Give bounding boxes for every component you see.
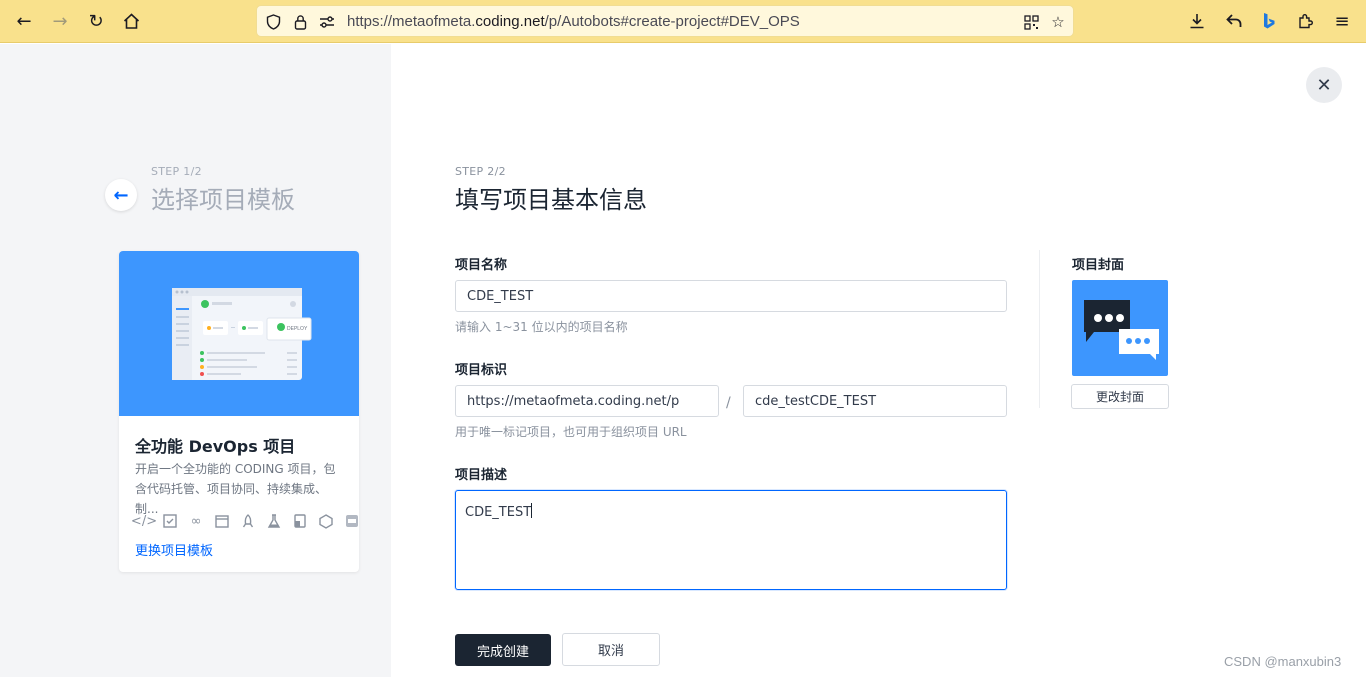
arrow-left-icon: ← <box>113 184 129 206</box>
project-name-hint: 请输入 1~31 位以内的项目名称 <box>455 320 628 334</box>
tasks-icon <box>161 513 179 529</box>
deploy-icon <box>239 513 257 529</box>
url-separator: / <box>726 395 731 411</box>
chat-bubbles-icon <box>1084 300 1159 360</box>
test-icon <box>265 513 283 529</box>
project-name-label: 项目名称 <box>455 258 508 273</box>
watermark: CSDN @manxubin3 <box>1224 654 1342 669</box>
api-icon <box>343 513 359 529</box>
menu-icon[interactable]: ≡ <box>1328 7 1356 35</box>
text-caret <box>531 503 533 518</box>
change-cover-button[interactable]: 更改封面 <box>1071 384 1169 409</box>
home-icon[interactable] <box>117 7 145 35</box>
url-text: https://metaofmeta.coding.net/p/Autobots… <box>347 13 800 30</box>
template-title: 全功能 DevOps 项目 <box>135 437 296 456</box>
project-identifier-input[interactable]: cde_testCDE_TEST <box>743 385 1007 417</box>
close-button[interactable]: ✕ <box>1306 67 1342 103</box>
project-name-input[interactable]: CDE_TEST <box>455 280 1007 312</box>
project-description-textarea[interactable]: CDE_TEST <box>455 490 1007 590</box>
shield-icon[interactable] <box>263 12 283 32</box>
extensions-icon[interactable] <box>1292 7 1320 35</box>
address-bar[interactable]: https://metaofmeta.coding.net/p/Autobots… <box>256 5 1074 37</box>
permissions-icon[interactable] <box>317 12 337 32</box>
project-description-label: 项目描述 <box>455 468 508 483</box>
deploy-preview-label: DEPLOY <box>287 326 308 332</box>
ci-icon: ∞ <box>190 513 202 529</box>
package-icon <box>317 513 335 529</box>
project-cover-label: 项目封面 <box>1072 258 1125 273</box>
step1-title: 选择项目模板 <box>151 186 295 214</box>
forward-arrow-icon[interactable]: → <box>46 7 74 35</box>
template-cover-illustration: DEPLOY <box>119 251 359 416</box>
cover-divider <box>1039 250 1040 408</box>
code-icon: </> <box>130 513 158 529</box>
template-feature-icons: </> ∞ <box>130 513 359 529</box>
step2-label: STEP 2/2 <box>455 165 506 178</box>
qr-code-icon[interactable] <box>1021 12 1041 32</box>
back-arrow-icon[interactable]: ← <box>10 7 38 35</box>
template-card: DEPLOY 全功能 DevOps 项目 开启一个全功能的 CODING 项目，… <box>119 251 359 572</box>
artifact-icon <box>213 513 231 529</box>
create-project-button[interactable]: 完成创建 <box>455 634 551 666</box>
bookmark-star-icon[interactable]: ☆ <box>1048 12 1068 32</box>
project-identifier-label: 项目标识 <box>455 363 508 378</box>
lock-icon[interactable] <box>290 12 310 32</box>
reload-icon[interactable]: ↻ <box>82 7 110 35</box>
download-icon[interactable] <box>1183 7 1211 35</box>
description-text: CDE_TEST <box>465 505 532 520</box>
undo-arrow-icon[interactable] <box>1220 7 1248 35</box>
change-template-link[interactable]: 更换项目模板 <box>135 540 213 559</box>
wiki-icon <box>291 513 309 529</box>
browser-toolbar: ← → ↻ https://metaofmeta.coding.net/p/Au… <box>0 0 1366 43</box>
step1-label: STEP 1/2 <box>151 165 202 178</box>
back-to-step1-button[interactable]: ← <box>105 179 137 211</box>
page-title: 填写项目基本信息 <box>455 186 647 214</box>
cancel-button[interactable]: 取消 <box>562 633 660 666</box>
project-identifier-hint: 用于唯一标记项目，也可用于组织项目 URL <box>455 425 687 439</box>
close-icon: ✕ <box>1316 74 1332 96</box>
template-description: 开启一个全功能的 CODING 项目，包含代码托管、项目协同、持续集成、制... <box>135 462 336 516</box>
project-cover-image <box>1072 280 1168 376</box>
bing-icon[interactable] <box>1255 7 1283 35</box>
project-url-prefix: https://metaofmeta.coding.net/p <box>455 385 719 417</box>
